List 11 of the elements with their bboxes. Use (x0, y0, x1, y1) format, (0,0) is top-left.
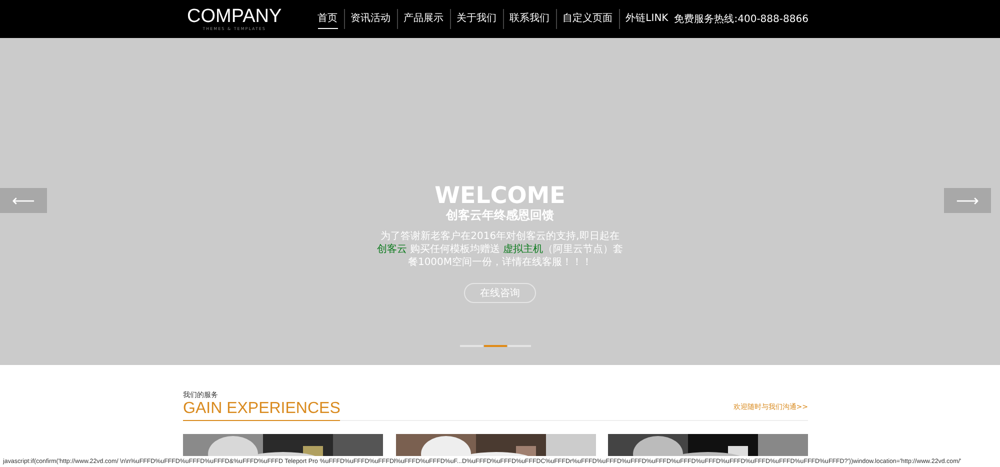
section-title: GAIN EXPERIENCES (183, 400, 340, 421)
nav-link[interactable]: 自定义页面 (562, 13, 613, 29)
nav-link[interactable]: 资讯活动 (350, 13, 391, 29)
nav-link[interactable]: 首页 (318, 13, 338, 29)
nav-link[interactable]: 外链LINK (626, 13, 668, 29)
nav-link[interactable]: 产品展示 (404, 13, 444, 29)
nav-link[interactable]: 联系我们 (510, 13, 550, 29)
logo-text[interactable]: COMPANY (187, 7, 282, 26)
slide-indicator[interactable] (484, 345, 507, 347)
hotline-text: 免费服务热线:400-888-8866 (674, 12, 808, 26)
nav-link[interactable]: 关于我们 (456, 13, 497, 29)
